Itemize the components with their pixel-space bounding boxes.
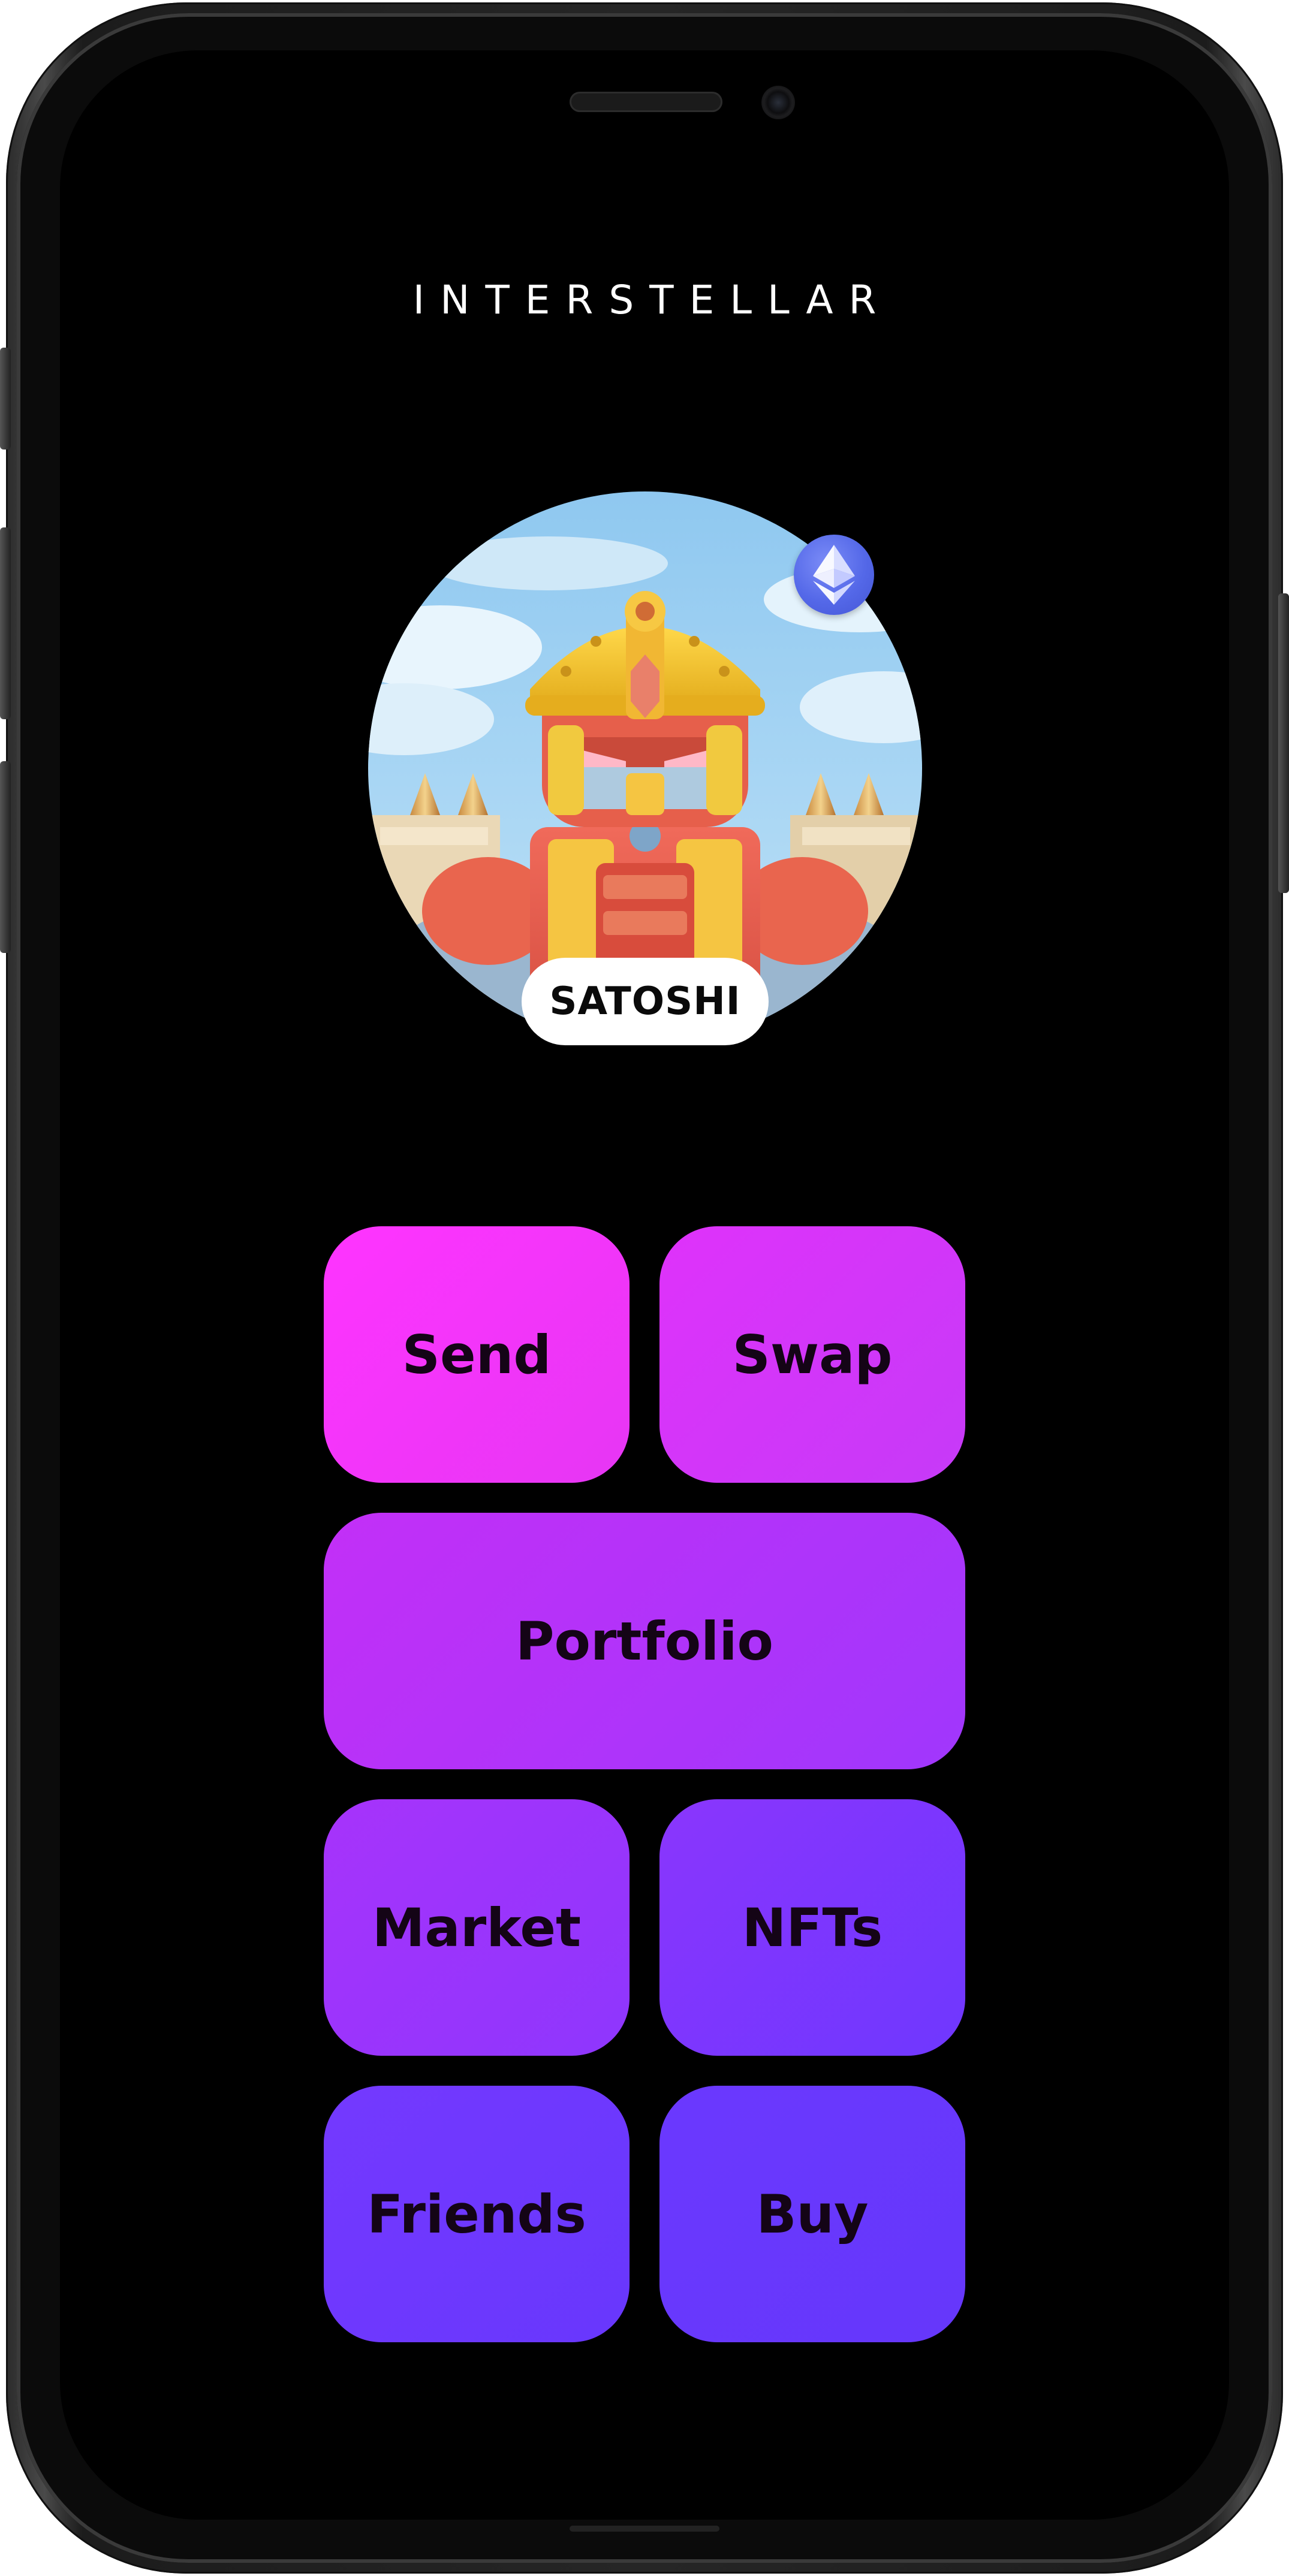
home-indicator [570, 2526, 719, 2532]
screen [60, 50, 1229, 2520]
username-badge: SATOSHI [522, 958, 769, 1045]
friends-button[interactable]: Friends [324, 2086, 630, 2342]
portfolio-button[interactable]: Portfolio [324, 1513, 965, 1769]
send-button[interactable]: Send [324, 1226, 630, 1483]
profile-avatar[interactable]: SATOSHI [368, 491, 922, 1045]
swap-button[interactable]: Swap [659, 1226, 965, 1483]
volume-up-button [0, 527, 11, 719]
nfts-button[interactable]: NFTs [659, 1799, 965, 2056]
app-title: INTERSTELLAR [412, 277, 892, 323]
volume-down-button [0, 761, 11, 953]
buy-button[interactable]: Buy [659, 2086, 965, 2342]
power-button [1278, 593, 1289, 893]
market-button[interactable]: Market [324, 1799, 630, 2056]
device-mockup: INTERSTELLAR SATOSHI Send Swap Portfolio… [0, 0, 1289, 2576]
earpiece-speaker [570, 92, 722, 112]
ethereum-badge [794, 535, 874, 615]
mute-switch [0, 348, 11, 450]
front-camera [761, 86, 795, 119]
ethereum-icon [813, 545, 855, 605]
